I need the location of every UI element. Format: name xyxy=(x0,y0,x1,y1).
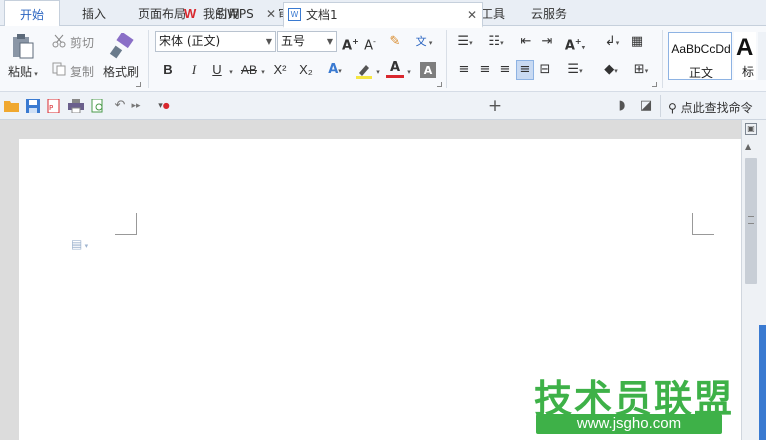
search-icon: ⚲ xyxy=(668,101,677,115)
subscript-button[interactable]: X₂ xyxy=(296,61,316,79)
close-icon[interactable]: ✕ xyxy=(467,3,477,27)
tab-my-wps[interactable]: W 我的WPS ✕ xyxy=(180,2,282,28)
numbered-list-icon[interactable]: ☷▾ xyxy=(484,33,508,52)
separator xyxy=(446,30,447,88)
style-heading-sample: A xyxy=(736,34,754,61)
split-view-icon[interactable]: ▣ xyxy=(745,123,757,135)
strikethrough-button[interactable]: AB xyxy=(239,61,259,79)
underline-dropdown-icon[interactable]: ▾ xyxy=(227,63,235,81)
italic-button[interactable]: I xyxy=(186,61,202,79)
shrink-font-icon[interactable]: A- xyxy=(362,33,378,55)
tab-my-wps-label: 我的WPS xyxy=(203,7,254,21)
font-name-select[interactable]: 宋体 (正文) ▼ xyxy=(155,31,276,52)
highlight-icon[interactable] xyxy=(354,62,374,80)
character-shading-icon[interactable]: A xyxy=(420,62,436,78)
font-color-dropdown-icon[interactable]: ▾ xyxy=(405,63,413,81)
svg-text:P: P xyxy=(49,104,53,112)
tab-document1[interactable]: W 文档1 ✕ xyxy=(283,2,483,28)
undo-icon[interactable]: ↶ xyxy=(112,97,128,115)
style-heading-name: 标 xyxy=(742,65,755,79)
paragraph-dialog-launcher[interactable] xyxy=(652,82,657,87)
change-case-icon[interactable]: A+▾ xyxy=(562,33,588,56)
open-folder-icon[interactable] xyxy=(4,98,20,114)
align-left-icon[interactable]: ≡ xyxy=(456,61,472,79)
separator xyxy=(662,30,663,88)
style-normal-name: 正文 xyxy=(688,66,713,80)
collapse-ribbon-icon[interactable]: ◗ xyxy=(614,97,630,115)
watermark-url: www.jsgho.com xyxy=(536,414,722,434)
wps-logo-icon: W xyxy=(184,6,197,21)
font-size-value: 五号 xyxy=(281,34,306,48)
cut-button[interactable]: 剪切 xyxy=(70,34,94,51)
export-pdf-icon[interactable]: P xyxy=(46,98,62,114)
align-center-icon[interactable]: ≡ xyxy=(477,61,493,79)
margin-mark-right xyxy=(692,213,714,235)
table-grid-icon[interactable]: ▦ xyxy=(628,33,646,51)
align-right-icon[interactable]: ≡ xyxy=(497,61,513,79)
print-preview-icon[interactable] xyxy=(90,98,106,114)
tab-document1-label: 文档1 xyxy=(306,8,338,22)
scroll-thumb[interactable] xyxy=(745,158,757,284)
separator xyxy=(660,95,661,117)
tab-cloud-service[interactable]: 云服务 xyxy=(520,0,578,26)
watermark-logo: 技术员联盟 www.jsgho.com xyxy=(528,368,738,438)
font-color-button[interactable]: A xyxy=(386,60,404,78)
copy-icon[interactable] xyxy=(51,61,67,77)
print-icon[interactable] xyxy=(67,98,85,114)
close-icon[interactable]: ✕ xyxy=(266,2,276,26)
command-search[interactable]: ⚲ 点此查找命令 xyxy=(668,99,753,116)
line-spacing-icon[interactable]: ☰▾ xyxy=(562,61,588,80)
scissors-icon[interactable] xyxy=(51,33,67,49)
paste-label: 粘贴 xyxy=(8,65,33,79)
format-painter-button[interactable]: 格式刷 xyxy=(103,63,139,80)
tab-home[interactable]: 开始 xyxy=(4,0,60,27)
clipboard-dialog-launcher[interactable] xyxy=(136,82,141,87)
grow-font-icon[interactable]: A+ xyxy=(342,33,359,55)
new-tab-icon[interactable]: + xyxy=(486,97,504,115)
grip-icon xyxy=(748,216,754,224)
paste-button[interactable]: 粘贴 ▾ xyxy=(8,63,38,80)
sort-icon[interactable]: ↲▾ xyxy=(600,33,624,52)
customize-toolbar-icon[interactable]: ▾● xyxy=(155,97,173,115)
separator xyxy=(148,30,149,88)
distributed-align-icon[interactable]: ⊟ xyxy=(536,61,554,79)
phonetic-guide-icon[interactable]: 文 ▾ xyxy=(412,33,436,52)
paste-icon[interactable] xyxy=(10,32,36,60)
clear-format-icon[interactable]: ✎ xyxy=(386,33,404,51)
style-normal-sample: AaBbCcDd xyxy=(671,42,731,56)
bookmark-icon[interactable]: ◪ xyxy=(638,97,654,115)
font-dialog-launcher[interactable] xyxy=(437,82,442,87)
tab-insert[interactable]: 插入 xyxy=(66,0,122,26)
style-heading-partial[interactable]: A 标 xyxy=(734,32,756,80)
style-gallery-scroll[interactable] xyxy=(758,32,766,80)
paragraph-layout-icon[interactable]: ▤ ▾ xyxy=(71,237,88,251)
format-painter-icon[interactable] xyxy=(108,32,136,60)
command-search-label: 点此查找命令 xyxy=(680,101,753,115)
style-normal[interactable]: AaBbCcDd 正文 xyxy=(668,32,732,80)
increase-indent-icon[interactable]: ⇥ xyxy=(538,33,556,51)
side-panel-toggle[interactable] xyxy=(759,325,766,440)
margin-mark-left xyxy=(115,213,137,235)
bullet-list-icon[interactable]: ☰▾ xyxy=(453,33,477,52)
justify-icon[interactable]: ≡ xyxy=(516,60,534,80)
strikethrough-dropdown-icon[interactable]: ▾ xyxy=(259,63,267,81)
scroll-up-icon[interactable]: ▲ xyxy=(745,142,751,151)
font-name-value: 宋体 (正文) xyxy=(159,34,221,48)
bold-button[interactable]: B xyxy=(160,61,176,79)
underline-button[interactable]: U xyxy=(209,61,225,79)
shading-icon[interactable]: ◆▾ xyxy=(598,61,624,80)
copy-button[interactable]: 复制 xyxy=(70,63,94,80)
text-effect-icon[interactable]: A▾ xyxy=(326,61,344,80)
font-size-select[interactable]: 五号 ▼ xyxy=(277,31,337,52)
highlight-dropdown-icon[interactable]: ▾ xyxy=(374,63,382,81)
redo-dropdown-icon[interactable]: ▸▸ xyxy=(130,97,142,115)
save-icon[interactable] xyxy=(25,98,41,114)
decrease-indent-icon[interactable]: ⇤ xyxy=(517,33,535,51)
borders-icon[interactable]: ⊞▾ xyxy=(628,61,654,80)
document-icon: W xyxy=(288,8,301,21)
superscript-button[interactable]: X² xyxy=(270,61,290,79)
